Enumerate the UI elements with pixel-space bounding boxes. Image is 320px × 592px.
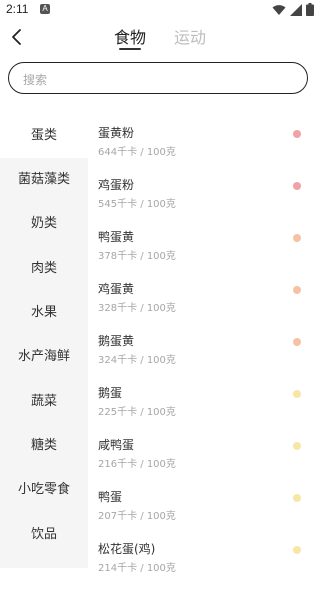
food-calories: 207千卡 / 100克 — [98, 511, 176, 522]
calorie-level-dot — [293, 442, 301, 450]
category-item-dairy[interactable]: 奶类 — [0, 202, 88, 246]
food-list-item[interactable]: 鸡蛋粉 545千卡 / 100克 — [98, 176, 320, 228]
food-name: 鹅蛋 — [98, 386, 123, 400]
notification-icon: A — [40, 4, 50, 14]
food-calories: 378千卡 / 100克 — [98, 251, 176, 262]
active-tab-indicator — [119, 48, 141, 50]
food-name: 鸭蛋 — [98, 490, 123, 504]
food-list-item[interactable]: 松花蛋(鸡) 214千卡 / 100克 — [98, 540, 320, 592]
wifi-icon — [272, 4, 286, 15]
food-name: 松花蛋(鸡) — [98, 542, 156, 556]
category-item-sugar[interactable]: 糖类 — [0, 424, 88, 468]
category-item-fruit[interactable]: 水果 — [0, 291, 88, 335]
calorie-level-dot — [293, 338, 301, 346]
status-bar: 2:11 A — [0, 0, 320, 20]
food-list-item[interactable]: 鹅蛋黄 324千卡 / 100克 — [98, 332, 320, 384]
category-item-seafood[interactable]: 水产海鲜 — [0, 335, 88, 379]
battery-icon — [306, 3, 314, 16]
food-calories: 216千卡 / 100克 — [98, 459, 176, 470]
cellular-signal-icon — [290, 3, 302, 16]
food-calories: 225千卡 / 100克 — [98, 407, 176, 418]
calorie-level-dot — [293, 182, 301, 190]
food-list-item[interactable]: 鹅蛋 225千卡 / 100克 — [98, 384, 320, 436]
food-list-item[interactable]: 鸭蛋黄 378千卡 / 100克 — [98, 228, 320, 280]
food-list-item[interactable]: 鸡蛋黄 328千卡 / 100克 — [98, 280, 320, 332]
calorie-level-dot — [293, 286, 301, 294]
food-name: 鸭蛋黄 — [98, 230, 135, 244]
calorie-level-dot — [293, 130, 301, 138]
food-calories: 545千卡 / 100克 — [98, 199, 176, 210]
category-item-meat[interactable]: 肉类 — [0, 247, 88, 291]
tab-sport[interactable]: 运动 — [174, 24, 206, 48]
food-name: 蛋黄粉 — [98, 126, 135, 140]
status-icons — [272, 3, 314, 16]
category-item-mushrooms[interactable]: 菌菇藻类 — [0, 158, 88, 202]
calorie-level-dot — [293, 390, 301, 398]
category-item-snacks[interactable]: 小吃零食 — [0, 468, 88, 512]
search-placeholder: 搜索 — [23, 73, 48, 87]
tab-food[interactable]: 食物 — [114, 24, 146, 48]
calorie-level-dot — [293, 234, 301, 242]
category-item-vegetables[interactable]: 蔬菜 — [0, 380, 88, 424]
food-list-item[interactable]: 鸭蛋 207千卡 / 100克 — [98, 488, 320, 540]
food-list-item[interactable]: 咸鸭蛋 216千卡 / 100克 — [98, 436, 320, 488]
category-item-eggs[interactable]: 蛋类 — [0, 114, 88, 158]
food-list-item[interactable]: 蛋黄粉 644千卡 / 100克 — [98, 124, 320, 176]
search-input[interactable]: 搜索 — [8, 62, 308, 94]
food-name: 鸡蛋粉 — [98, 178, 135, 192]
food-calories: 214千卡 / 100克 — [98, 563, 176, 574]
food-calories: 328千卡 / 100克 — [98, 303, 176, 314]
calorie-level-dot — [293, 546, 301, 554]
calorie-level-dot — [293, 494, 301, 502]
food-name: 鸡蛋黄 — [98, 282, 135, 296]
food-name: 鹅蛋黄 — [98, 334, 135, 348]
tab-bar: 食物 运动 — [0, 22, 320, 54]
food-calories: 644千卡 / 100克 — [98, 147, 176, 158]
category-item-drinks[interactable]: 饮品 — [0, 513, 88, 557]
status-time: 2:11 — [6, 2, 29, 16]
food-calories: 324千卡 / 100克 — [98, 355, 176, 366]
food-name: 咸鸭蛋 — [98, 438, 135, 452]
